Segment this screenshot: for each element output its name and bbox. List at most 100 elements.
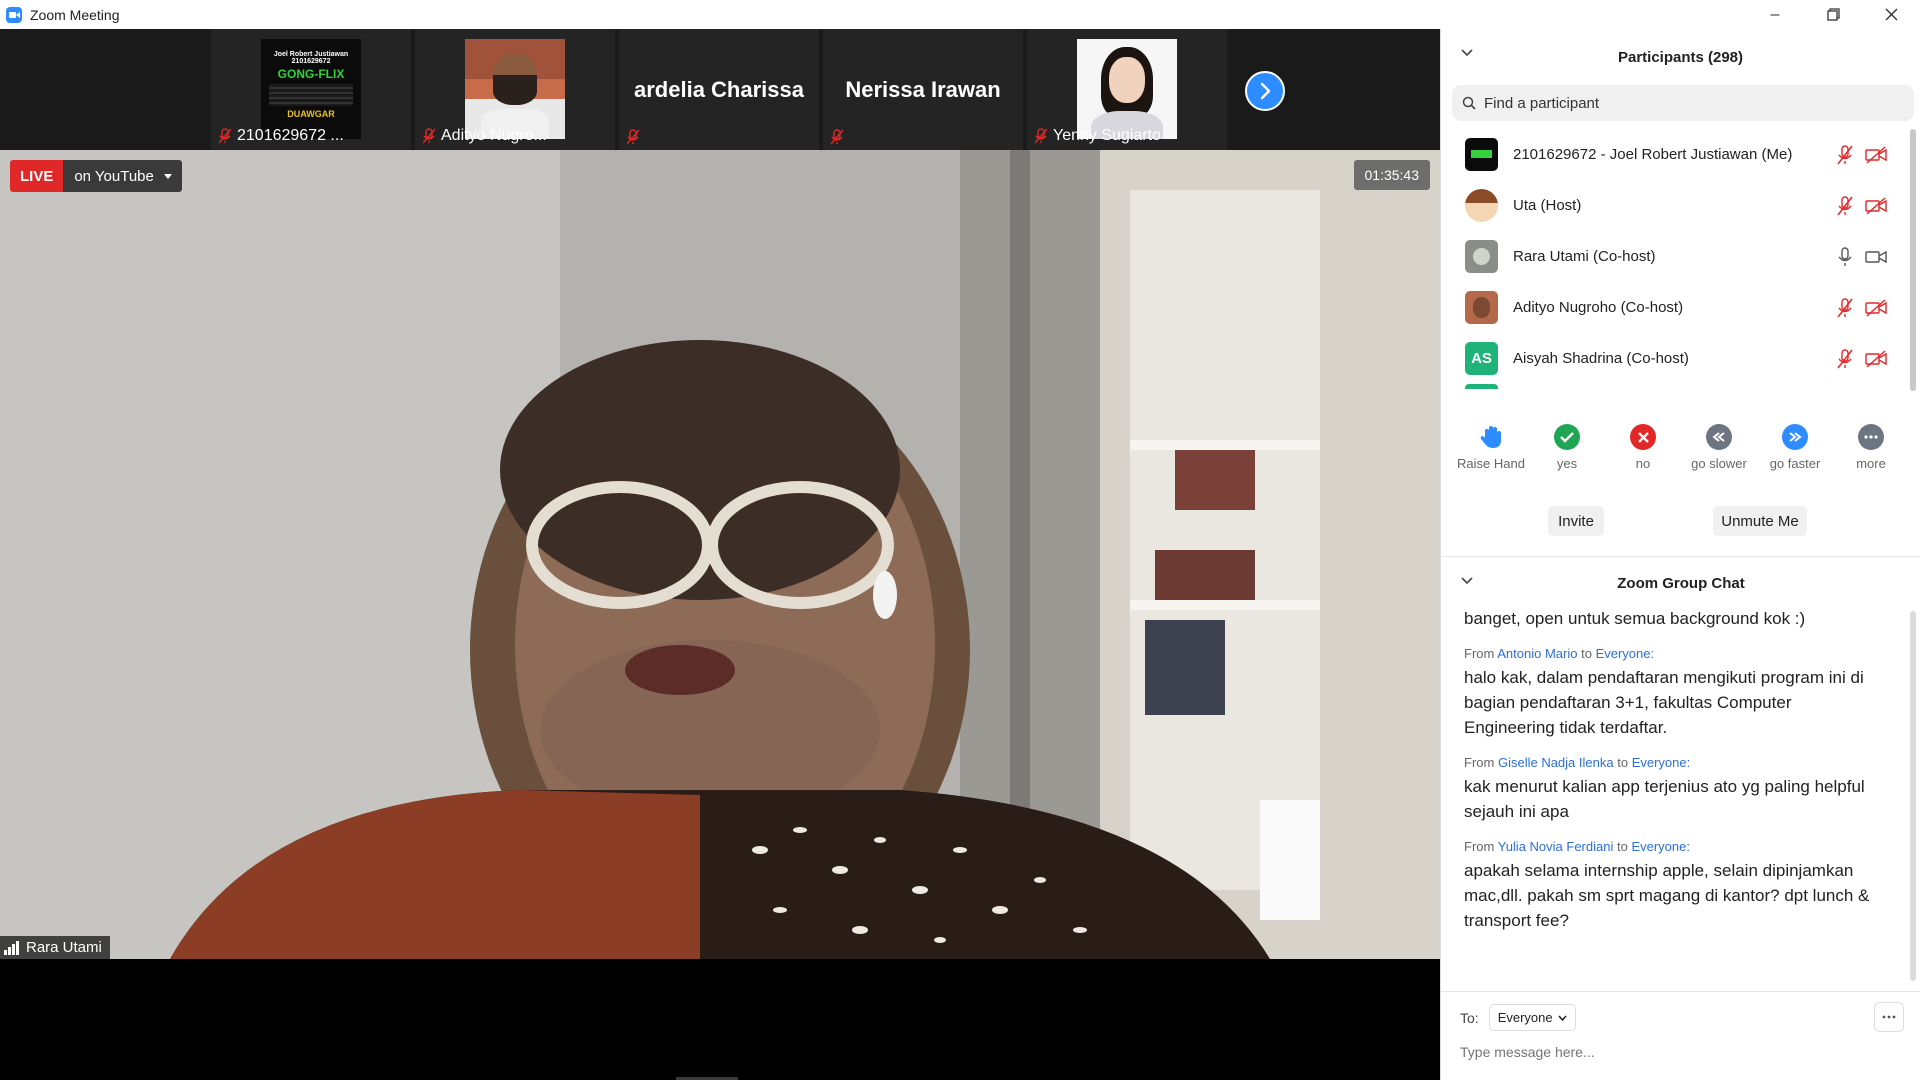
avatar: AS bbox=[1465, 342, 1498, 375]
video-off-icon[interactable] bbox=[1865, 298, 1887, 317]
chat-message: From Yulia Novia Ferdiani to Everyone: a… bbox=[1464, 836, 1911, 933]
recording-timer: 01:35:43 bbox=[1353, 160, 1430, 190]
chat-message: From Antonio Mario to Everyone: halo kak… bbox=[1464, 643, 1911, 740]
minimize-button[interactable]: – bbox=[1746, 0, 1804, 29]
sender-link[interactable]: Giselle Nadja Ilenka bbox=[1498, 755, 1614, 770]
chat-input-area: To: Everyone bbox=[1441, 991, 1920, 1080]
participant-name: 2101629672 ... bbox=[237, 127, 344, 144]
signal-strength-icon bbox=[4, 940, 19, 955]
recipient-link[interactable]: Everyone: bbox=[1596, 646, 1655, 661]
search-input[interactable]: Find a participant bbox=[1484, 95, 1599, 112]
window-title: Zoom Meeting bbox=[30, 6, 120, 23]
participant-big-name: Nerissa Irawan bbox=[845, 77, 1001, 102]
muted-mic-icon[interactable] bbox=[1837, 144, 1853, 165]
image-text: Joel Robert Justiawan bbox=[273, 51, 349, 58]
chevron-right-icon bbox=[1260, 82, 1271, 100]
participant-video bbox=[1077, 39, 1177, 139]
participant-big-name: ardelia Charissa bbox=[634, 77, 804, 102]
participant-thumbnail[interactable]: ardelia Charissa bbox=[619, 29, 819, 150]
video-off-icon[interactable] bbox=[1865, 145, 1887, 164]
participant-search[interactable]: Find a participant bbox=[1452, 85, 1914, 121]
image-text: GONG-FLIX bbox=[277, 67, 345, 81]
live-label: LIVE bbox=[10, 160, 64, 192]
restore-button[interactable] bbox=[1804, 0, 1862, 29]
recipient-link[interactable]: Everyone: bbox=[1632, 755, 1691, 770]
no-button[interactable]: no bbox=[1605, 424, 1681, 471]
participant-list: 2101629672 - Joel Robert Justiawan (Me) … bbox=[1441, 129, 1911, 391]
participants-header: Participants (298) bbox=[1441, 29, 1920, 85]
go-slower-button[interactable]: go slower bbox=[1681, 424, 1757, 471]
close-window-button[interactable] bbox=[1862, 0, 1920, 29]
more-icon bbox=[1858, 424, 1884, 450]
participant-row[interactable]: Rara Utami (Co-host) bbox=[1441, 231, 1911, 282]
participant-name: Yenny Sugiarto bbox=[1053, 127, 1161, 144]
muted-mic-icon bbox=[831, 129, 843, 145]
chat-more-button[interactable] bbox=[1874, 1002, 1904, 1032]
raise-hand-icon bbox=[1478, 424, 1504, 450]
mic-icon[interactable] bbox=[1837, 246, 1853, 267]
side-panel: Participants (298) Find a participant 21… bbox=[1440, 29, 1920, 1080]
invite-button[interactable]: Invite bbox=[1548, 506, 1604, 536]
chevron-down-icon[interactable] bbox=[1461, 49, 1473, 57]
main-speaker-video: LIVE on YouTube 01:35:43 Rara Utami bbox=[0, 150, 1440, 959]
chat-message-text: halo kak, dalam pendaftaran mengikuti pr… bbox=[1464, 668, 1864, 737]
chat-message-input[interactable] bbox=[1460, 1044, 1860, 1060]
live-badge[interactable]: LIVE on YouTube bbox=[10, 160, 182, 192]
participant-thumbnail[interactable]: Joel Robert Justiawan 2101629672 GONG-FL… bbox=[211, 29, 411, 150]
x-icon bbox=[1630, 424, 1656, 450]
avatar bbox=[1465, 291, 1498, 324]
sender-link[interactable]: Antonio Mario bbox=[1497, 646, 1577, 661]
fast-forward-icon bbox=[1782, 424, 1808, 450]
participant-row[interactable]: Uta (Host) bbox=[1441, 180, 1911, 231]
title-bar: Zoom Meeting – bbox=[0, 0, 1920, 29]
video-area: Joel Robert Justiawan 2101629672 GONG-FL… bbox=[0, 29, 1440, 1080]
image-text: DUAWGAR bbox=[287, 109, 335, 119]
more-icon bbox=[1882, 1015, 1896, 1019]
participant-thumbnail[interactable]: Adityo Nugro... bbox=[415, 29, 615, 150]
video-camera-icon[interactable] bbox=[1865, 248, 1887, 266]
muted-mic-icon bbox=[219, 128, 231, 144]
participant-row[interactable]: 2101629672 - Joel Robert Justiawan (Me) bbox=[1441, 129, 1911, 180]
recipient-link[interactable]: Everyone: bbox=[1631, 839, 1690, 854]
reactions-bar: Raise Hand yes no go slower go faster mo… bbox=[1441, 424, 1920, 471]
recipient-dropdown[interactable]: Everyone bbox=[1488, 1004, 1576, 1031]
chevron-down-icon bbox=[1558, 1015, 1567, 1021]
avatar bbox=[1465, 189, 1498, 222]
go-faster-button[interactable]: go faster bbox=[1757, 424, 1833, 471]
participant-thumbnail[interactable]: Nerissa Irawan bbox=[823, 29, 1023, 150]
zoom-logo-icon bbox=[6, 6, 22, 23]
avatar bbox=[1465, 384, 1498, 389]
more-reactions-button[interactable]: more bbox=[1833, 424, 1909, 471]
participant-row[interactable]: Adityo Nugroho (Co-host) bbox=[1441, 282, 1911, 333]
raise-hand-button[interactable]: Raise Hand bbox=[1453, 424, 1529, 471]
yes-button[interactable]: yes bbox=[1529, 424, 1605, 471]
participant-row[interactable]: AS Aisyah Shadrina (Co-host) bbox=[1441, 333, 1911, 384]
participant-video bbox=[465, 39, 565, 139]
chat-scrollbar[interactable] bbox=[1910, 611, 1916, 981]
stream-dropdown[interactable]: on YouTube bbox=[63, 160, 182, 192]
sender-link[interactable]: Yulia Novia Ferdiani bbox=[1498, 839, 1614, 854]
participant-list-scrollbar[interactable] bbox=[1910, 129, 1916, 391]
chat-header: Zoom Group Chat bbox=[1441, 557, 1920, 609]
video-off-icon[interactable] bbox=[1865, 196, 1887, 215]
muted-mic-icon[interactable] bbox=[1837, 195, 1853, 216]
next-page-button[interactable] bbox=[1245, 71, 1285, 111]
chat-message-text: apakah selama internship apple, selain d… bbox=[1464, 861, 1870, 930]
participant-name: 2101629672 - Joel Robert Justiawan (Me) bbox=[1513, 146, 1793, 163]
muted-mic-icon bbox=[1035, 128, 1047, 144]
muted-mic-icon[interactable] bbox=[1837, 297, 1853, 318]
search-icon bbox=[1462, 96, 1476, 110]
thumbnail-strip: Joel Robert Justiawan 2101629672 GONG-FL… bbox=[0, 29, 1440, 150]
caret-down-icon bbox=[163, 173, 172, 179]
participant-name: Adityo Nugroho (Co-host) bbox=[1513, 299, 1684, 316]
participant-name: Aisyah Shadrina (Co-host) bbox=[1513, 350, 1689, 367]
avatar bbox=[1465, 138, 1498, 171]
muted-mic-icon bbox=[627, 129, 639, 145]
muted-mic-icon bbox=[423, 128, 435, 144]
participant-thumbnail[interactable]: Yenny Sugiarto bbox=[1027, 29, 1227, 150]
chevron-down-icon[interactable] bbox=[1461, 577, 1473, 585]
video-off-icon[interactable] bbox=[1865, 349, 1887, 368]
chat-message: From Giselle Nadja Ilenka to Everyone: k… bbox=[1464, 752, 1911, 824]
unmute-me-button[interactable]: Unmute Me bbox=[1713, 506, 1807, 536]
muted-mic-icon[interactable] bbox=[1837, 348, 1853, 369]
